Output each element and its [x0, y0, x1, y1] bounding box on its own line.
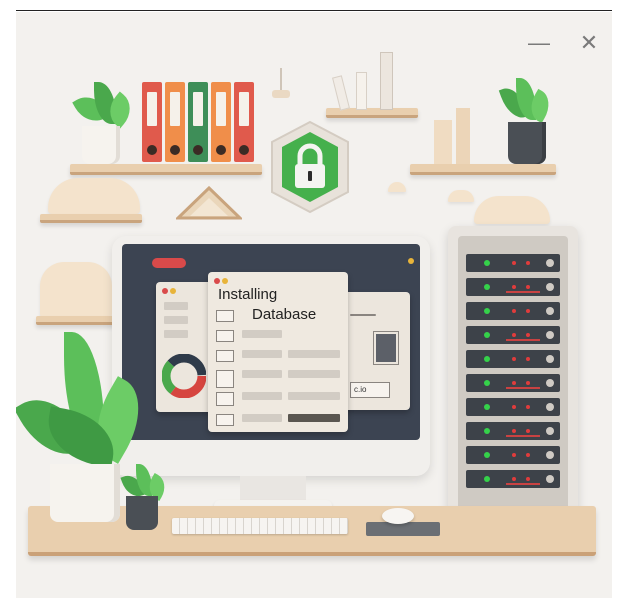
installer-title-line1: Installing: [218, 286, 278, 303]
option-checkbox[interactable]: [216, 370, 234, 388]
option-checkbox[interactable]: [216, 392, 234, 406]
cloud-decor: [48, 178, 140, 214]
server-unit: [466, 398, 560, 416]
minimize-button[interactable]: —: [526, 32, 552, 54]
cloud-decor: [40, 262, 112, 318]
monitor-screen: c.io Installing Database: [122, 244, 420, 440]
close-button[interactable]: ✕: [576, 32, 602, 54]
server-unit: [466, 422, 560, 440]
option-checkbox[interactable]: [216, 310, 234, 322]
option-checkbox[interactable]: [216, 414, 234, 426]
desktop-monitor: c.io Installing Database: [112, 236, 430, 476]
window-dots-icon: [152, 258, 186, 268]
book: [356, 72, 367, 110]
monitor-chin: [112, 442, 430, 476]
keyboard[interactable]: [172, 518, 348, 534]
install-progress-bar: [288, 414, 340, 422]
triangle-decor: [176, 186, 242, 220]
decor-buildings: [456, 108, 470, 164]
top-right-shelf: [410, 164, 556, 175]
small-panel-label: c.io: [354, 385, 367, 394]
server-unit: [466, 254, 560, 272]
server-unit: [466, 470, 560, 488]
option-checkbox[interactable]: [216, 350, 234, 362]
top-border: [16, 10, 612, 11]
server-rack: [448, 226, 578, 520]
hanging-ornament-shape: [272, 90, 290, 98]
middle-left-shelf: [40, 214, 142, 223]
server-unit: [466, 302, 560, 320]
background-window-right: c.io: [338, 292, 410, 410]
monitor-neck: [240, 476, 306, 502]
installer-window: Installing Database: [208, 272, 348, 432]
book: [332, 75, 350, 111]
lower-left-shelf: [36, 316, 116, 325]
book: [380, 52, 393, 110]
pie-chart-icon: [162, 354, 206, 398]
screen-status-dot: [408, 258, 414, 264]
server-unit: [466, 278, 560, 296]
document-icon: [374, 332, 398, 364]
mouse[interactable]: [382, 508, 414, 524]
top-left-shelf: [70, 164, 262, 175]
server-unit: [466, 446, 560, 464]
hanging-ornament: [280, 68, 282, 92]
server-unit: [466, 326, 560, 344]
option-checkbox[interactable]: [216, 330, 234, 342]
small-panel: c.io: [350, 382, 390, 398]
server-unit: [466, 374, 560, 392]
mousepad: [366, 522, 440, 536]
cloud-decor: [388, 182, 406, 192]
cloud-decor: [474, 196, 550, 224]
cloud-decor: [448, 190, 474, 202]
security-shield: [271, 120, 349, 214]
installer-title-line2: Database: [252, 306, 317, 323]
decor-buildings: [434, 120, 452, 164]
server-unit: [466, 350, 560, 368]
illustration-frame: — ✕ c.io Installing Database: [16, 12, 612, 598]
